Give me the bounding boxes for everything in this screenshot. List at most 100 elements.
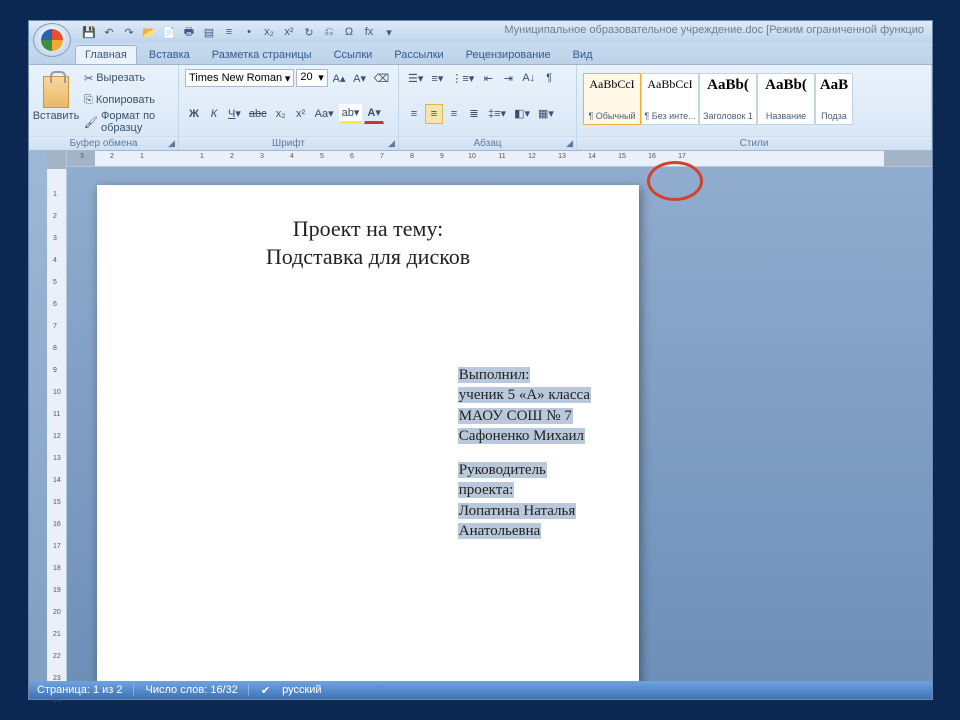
justify-button[interactable]: ≣ (465, 104, 483, 124)
status-page[interactable]: Страница: 1 из 2 (37, 684, 134, 696)
dialog-launcher-icon[interactable]: ◢ (168, 138, 175, 149)
clear-format-button[interactable]: ⌫ (371, 68, 392, 88)
open-icon[interactable]: 📂 (141, 24, 157, 40)
tab-view[interactable]: Вид (563, 45, 603, 64)
print-icon[interactable]: 🖶 (181, 24, 197, 40)
style-heading1[interactable]: AaBb( Заголовок 1 (699, 73, 757, 125)
title-bar: 💾 ↶ ↷ 📂 📄 🖶 ▤ ≡ • x₂ x² ↻ ⎌ Ω fx ▾ Муниц… (29, 21, 932, 43)
author-line: ученик 5 «А» класса (458, 387, 591, 403)
shrink-font-button[interactable]: A▾ (350, 68, 369, 88)
indent-button[interactable]: ⇥ (499, 68, 517, 88)
vertical-ruler[interactable]: 123456789101112131415161718192021222324 (47, 151, 67, 681)
paste-button[interactable]: Вставить (35, 68, 77, 130)
align-right-button[interactable]: ≡ (445, 104, 463, 124)
ribbon: Вставить ✂ Вырезать ⎘ Копировать 🖌 Форма… (29, 65, 932, 151)
page[interactable]: Проект на тему: Подставка для дисков Вып… (97, 185, 639, 681)
tab-page-layout[interactable]: Разметка страницы (202, 45, 322, 64)
align-left-button[interactable]: ≡ (405, 104, 423, 124)
document-area[interactable]: Проект на тему: Подставка для дисков Вып… (67, 167, 932, 681)
author-line: Сафоненко Михаил (458, 428, 585, 444)
bullets-button[interactable]: ☰▾ (405, 68, 426, 88)
bold-button[interactable]: Ж (185, 104, 203, 124)
multilevel-button[interactable]: ⋮≡▾ (448, 68, 477, 88)
subscript-button[interactable]: x₂ (272, 104, 290, 124)
style-no-spacing[interactable]: AaBbCcI ¶ Без инте... (641, 73, 699, 125)
cut-button[interactable]: ✂ Вырезать (81, 68, 181, 88)
app-window: 💾 ↶ ↷ 📂 📄 🖶 ▤ ≡ • x₂ x² ↻ ⎌ Ω fx ▾ Муниц… (28, 20, 933, 700)
horizontal-ruler[interactable]: 3211234567891011121314151617 (67, 151, 932, 167)
status-bar: Страница: 1 из 2 Число слов: 16/32 ✔ рус… (29, 681, 932, 699)
supervisor-line: проекта: (458, 482, 515, 498)
font-size-combo[interactable]: 20▾ (296, 69, 327, 87)
tab-references[interactable]: Ссылки (324, 45, 383, 64)
office-logo-icon (41, 29, 63, 51)
style-preview: AaB (820, 77, 848, 94)
font-color-button[interactable]: A▾ (364, 104, 383, 124)
highlight-button[interactable]: ab▾ (339, 104, 363, 124)
author-block: Выполнил: ученик 5 «А» класса МАОУ СОШ №… (458, 365, 591, 541)
tab-home[interactable]: Главная (75, 45, 137, 64)
qat-btn-1[interactable]: ▤ (201, 24, 217, 40)
qat-btn-3[interactable]: • (241, 24, 257, 40)
doc-title-line2: Подставка для дисков (155, 243, 581, 271)
grow-font-button[interactable]: A▴ (330, 68, 349, 88)
ribbon-tabs: Главная Вставка Разметка страницы Ссылки… (29, 43, 932, 65)
style-label: ¶ Обычный (588, 111, 635, 121)
qat-btn-7[interactable]: ⎌ (321, 24, 337, 40)
qat-btn-5[interactable]: x² (281, 24, 297, 40)
dialog-launcher-icon[interactable]: ◢ (388, 138, 395, 149)
italic-button[interactable]: К (205, 104, 223, 124)
superscript-button[interactable]: x² (292, 104, 310, 124)
qat-btn-6[interactable]: ↻ (301, 24, 317, 40)
style-preview: AaBb( (765, 77, 807, 94)
line-spacing-button[interactable]: ‡≡▾ (485, 104, 509, 124)
fx-icon[interactable]: fx (361, 24, 377, 40)
new-icon[interactable]: 📄 (161, 24, 177, 40)
style-preview: AaBbCcI (589, 77, 634, 92)
change-case-button[interactable]: Aa▾ (312, 104, 337, 124)
group-styles: AaBbCcI ¶ Обычный AaBbCcI ¶ Без инте... Aa… (577, 65, 932, 150)
shading-button[interactable]: ◧▾ (511, 104, 533, 124)
supervisor-line: Лопатина Наталья (458, 503, 576, 519)
style-title[interactable]: AaBb(Название (757, 73, 815, 125)
undo-icon[interactable]: ↶ (101, 24, 117, 40)
qat-btn-4[interactable]: x₂ (261, 24, 277, 40)
outdent-button[interactable]: ⇤ (479, 68, 497, 88)
clipboard-icon (43, 76, 69, 108)
qat-btn-2[interactable]: ≡ (221, 24, 237, 40)
group-label-clipboard: Буфер обмена◢ (29, 136, 178, 150)
style-label: Подза (821, 111, 847, 121)
redo-icon[interactable]: ↷ (121, 24, 137, 40)
style-label: ¶ Без инте... (644, 111, 695, 121)
author-line: Выполнил: (458, 367, 531, 383)
underline-button[interactable]: Ч▾ (225, 104, 244, 124)
status-language[interactable]: русский (282, 684, 321, 696)
align-center-button[interactable]: ≡ (425, 104, 443, 124)
style-subtitle[interactable]: AaB Подза (815, 73, 853, 125)
style-preview: AaBb( (707, 77, 749, 94)
copy-button[interactable]: ⎘ Копировать (81, 90, 181, 110)
dialog-launcher-icon[interactable]: ◢ (566, 138, 573, 149)
qat-dropdown-icon[interactable]: ▾ (381, 24, 397, 40)
tab-insert[interactable]: Вставка (139, 45, 200, 64)
numbering-button[interactable]: ≡▾ (428, 68, 446, 88)
office-button[interactable] (33, 23, 71, 57)
strike-button[interactable]: abc (246, 104, 270, 124)
tab-review[interactable]: Рецензирование (456, 45, 561, 64)
style-preview: AaBbCcI (647, 77, 692, 92)
tab-mailings[interactable]: Рассылки (384, 45, 453, 64)
sort-button[interactable]: A↓ (519, 68, 538, 88)
format-painter-button[interactable]: 🖌 Формат по образцу (81, 112, 191, 132)
font-family-combo[interactable]: Times New Roman▾ (185, 69, 294, 87)
save-icon[interactable]: 💾 (81, 24, 97, 40)
show-marks-button[interactable]: ¶ (540, 68, 558, 88)
style-label: Заголовок 1 (703, 111, 753, 121)
cut-label: Вырезать (96, 72, 145, 84)
omega-icon[interactable]: Ω (341, 24, 357, 40)
style-normal[interactable]: AaBbCcI ¶ Обычный (583, 73, 641, 125)
borders-button[interactable]: ▦▾ (535, 104, 557, 124)
window-title: Муниципальное образовательное учреждение… (504, 24, 924, 36)
status-words[interactable]: Число слов: 16/32 (146, 684, 249, 696)
status-proofing-icon[interactable]: ✔ (261, 684, 270, 697)
quick-access-toolbar: 💾 ↶ ↷ 📂 📄 🖶 ▤ ≡ • x₂ x² ↻ ⎌ Ω fx ▾ (81, 24, 397, 40)
